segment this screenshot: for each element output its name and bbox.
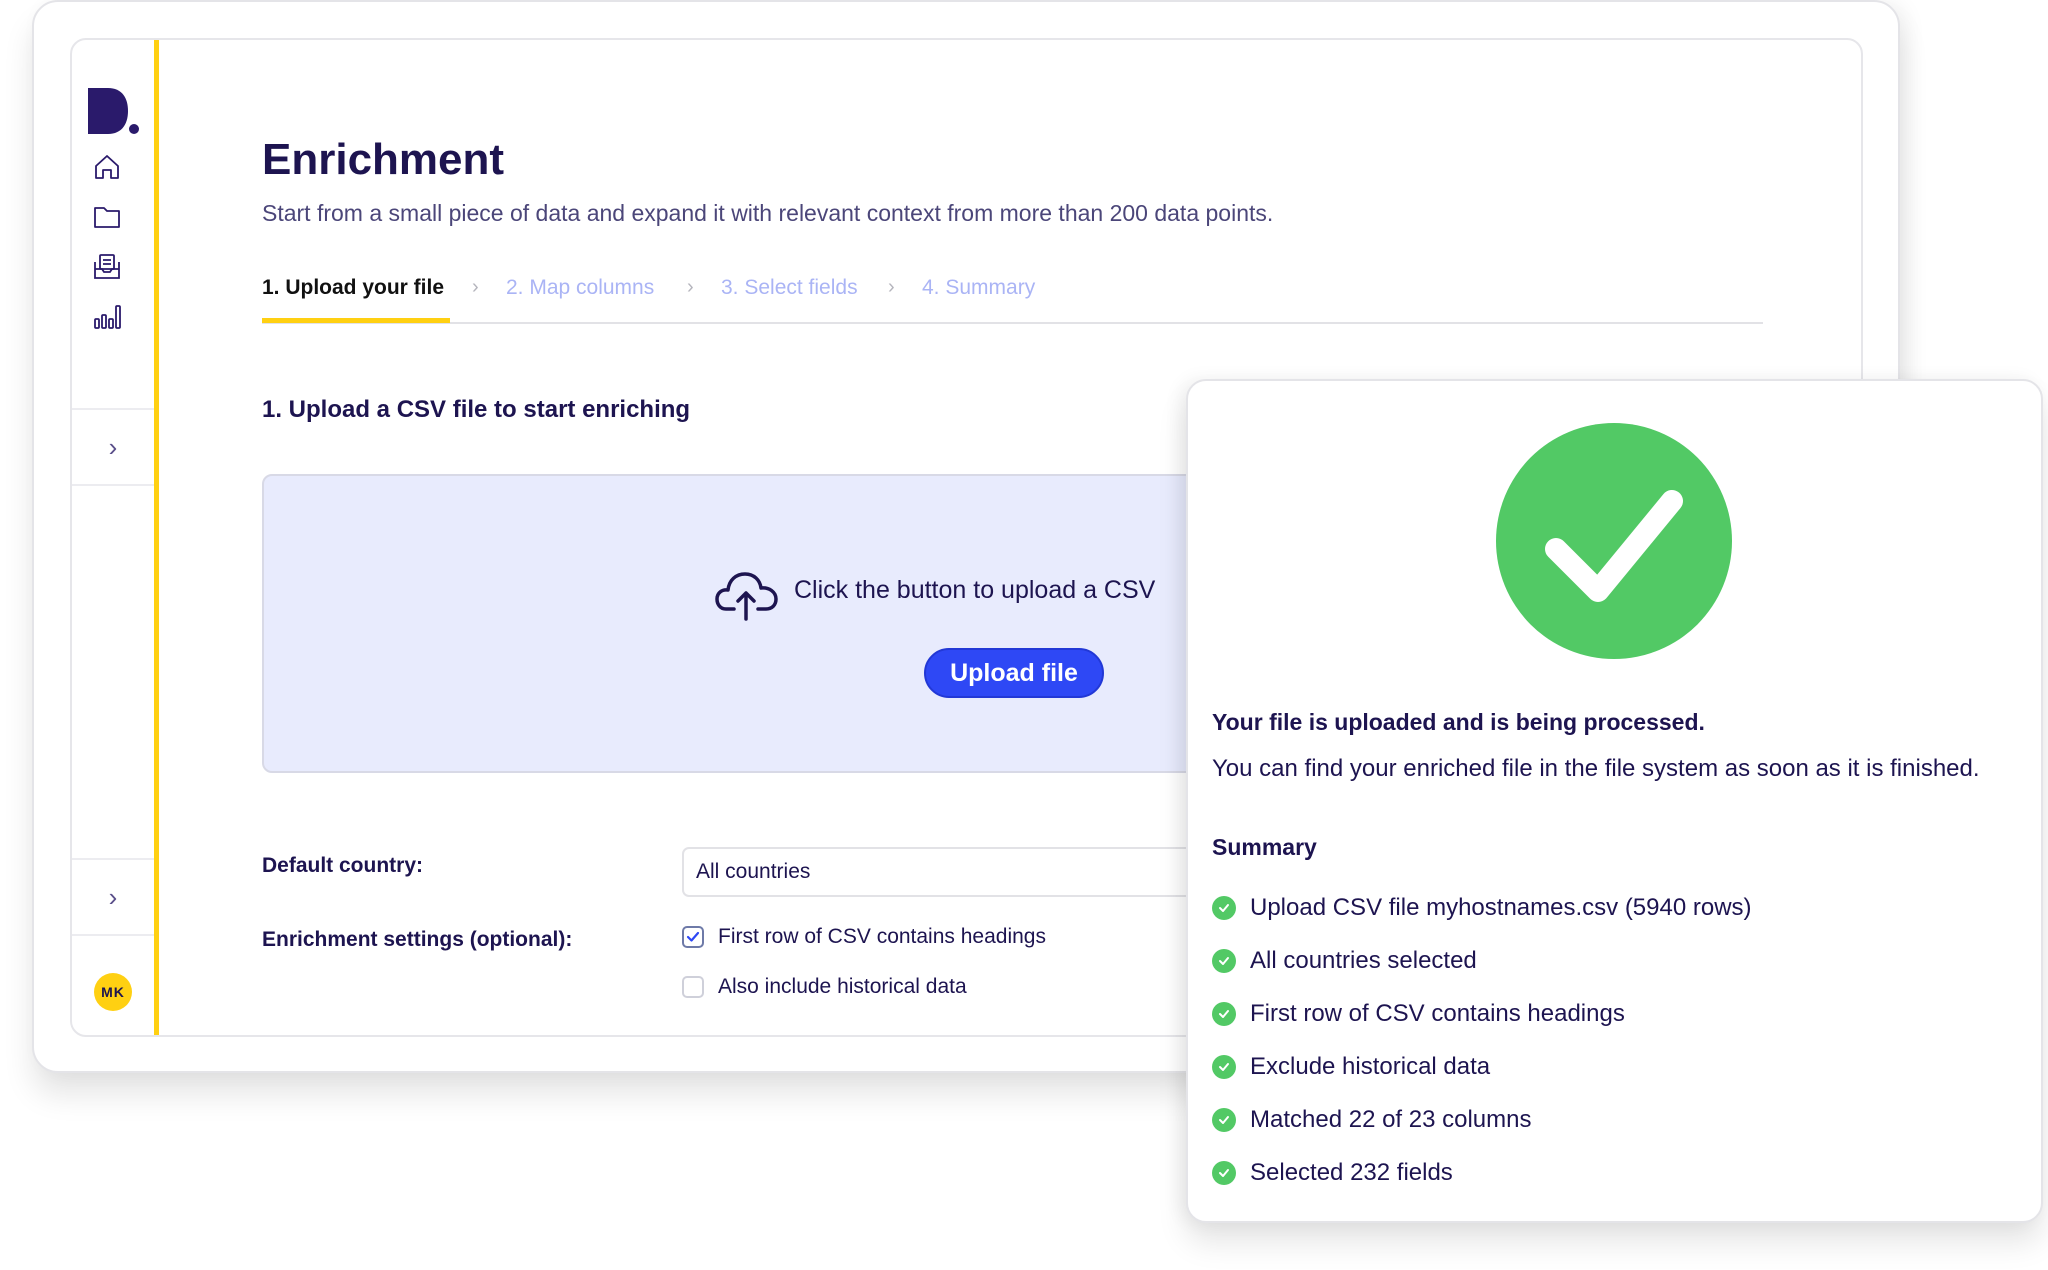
check-circle-icon	[1212, 1160, 1236, 1185]
folder-icon[interactable]	[92, 202, 122, 232]
step-tabs: 1. Upload your file › 2. Map columns › 3…	[262, 276, 1763, 324]
summary-item-label: Exclude historical data	[1250, 1052, 1491, 1080]
sidebar-divider	[72, 934, 154, 936]
active-tab-indicator	[262, 318, 450, 323]
enrichment-settings-label: Enrichment settings (optional):	[262, 928, 573, 951]
headings-option-label: First row of CSV contains headings	[718, 925, 1046, 948]
upload-file-button[interactable]: Upload file	[924, 648, 1104, 698]
cloud-upload-icon	[715, 572, 778, 621]
accent-bar	[154, 40, 159, 1035]
tab-upload-file[interactable]: 1. Upload your file	[262, 276, 444, 300]
summary-item: Upload CSV file myhostnames.csv (5940 ro…	[1212, 881, 1752, 934]
historical-data-checkbox[interactable]	[682, 976, 704, 998]
page-title: Enrichment	[262, 135, 505, 184]
chevron-right-icon: ›	[108, 431, 118, 462]
tab-map-columns[interactable]: 2. Map columns	[506, 276, 654, 300]
upload-hint: Click the button to upload a CSV	[794, 576, 1156, 604]
success-check-icon	[1496, 423, 1732, 659]
summary-item-label: Matched 22 of 23 columns	[1250, 1105, 1532, 1133]
summary-item: Exclude historical data	[1212, 1040, 1752, 1093]
check-circle-icon	[1212, 1107, 1236, 1132]
country-select-value: All countries	[696, 860, 811, 883]
check-circle-icon	[1212, 895, 1236, 920]
summary-item: Matched 22 of 23 columns	[1212, 1093, 1752, 1146]
inbox-icon[interactable]	[92, 252, 122, 282]
page-subtitle: Start from a small piece of data and exp…	[262, 200, 1274, 226]
success-title: Your file is uploaded and is being proce…	[1212, 709, 1705, 735]
check-circle-icon	[1212, 948, 1236, 973]
summary-item-label: All countries selected	[1250, 946, 1477, 974]
summary-item-label: First row of CSV contains headings	[1250, 999, 1625, 1027]
expand-panel-button[interactable]: ›	[72, 860, 154, 934]
summary-item: First row of CSV contains headings	[1212, 987, 1752, 1040]
summary-list: Upload CSV file myhostnames.csv (5940 ro…	[1212, 881, 1752, 1199]
summary-item: All countries selected	[1212, 934, 1752, 987]
section-title: 1. Upload a CSV file to start enriching	[262, 396, 691, 423]
upload-success-panel: Your file is uploaded and is being proce…	[1186, 379, 2043, 1223]
check-circle-icon	[1212, 1001, 1236, 1026]
default-country-label: Default country:	[262, 854, 424, 877]
home-icon[interactable]	[92, 152, 122, 182]
checkmark-icon	[686, 931, 700, 942]
logo[interactable]	[88, 88, 140, 138]
chevron-right-icon: ›	[472, 276, 479, 298]
historical-data-option-label: Also include historical data	[718, 975, 967, 998]
expand-sidebar-button[interactable]: ›	[72, 410, 154, 484]
sidebar-divider	[72, 484, 154, 486]
tab-summary[interactable]: 4. Summary	[922, 276, 1035, 300]
sidebar: › › MK	[72, 40, 154, 1035]
historical-data-option[interactable]: Also include historical data	[682, 975, 967, 999]
user-avatar[interactable]: MK	[94, 973, 132, 1011]
summary-title: Summary	[1212, 834, 1317, 860]
chevron-right-icon: ›	[108, 881, 118, 912]
chevron-right-icon: ›	[687, 276, 694, 298]
chevron-right-icon: ›	[888, 276, 895, 298]
summary-item-label: Selected 232 fields	[1250, 1158, 1453, 1186]
check-circle-icon	[1212, 1054, 1236, 1079]
tab-select-fields[interactable]: 3. Select fields	[721, 276, 858, 300]
bar-chart-icon[interactable]	[92, 302, 122, 332]
headings-checkbox[interactable]	[682, 926, 704, 948]
summary-item: Selected 232 fields	[1212, 1146, 1752, 1199]
headings-option[interactable]: First row of CSV contains headings	[682, 925, 1046, 949]
summary-item-label: Upload CSV file myhostnames.csv (5940 ro…	[1250, 893, 1752, 921]
success-message: You can find your enriched file in the f…	[1212, 755, 1980, 782]
